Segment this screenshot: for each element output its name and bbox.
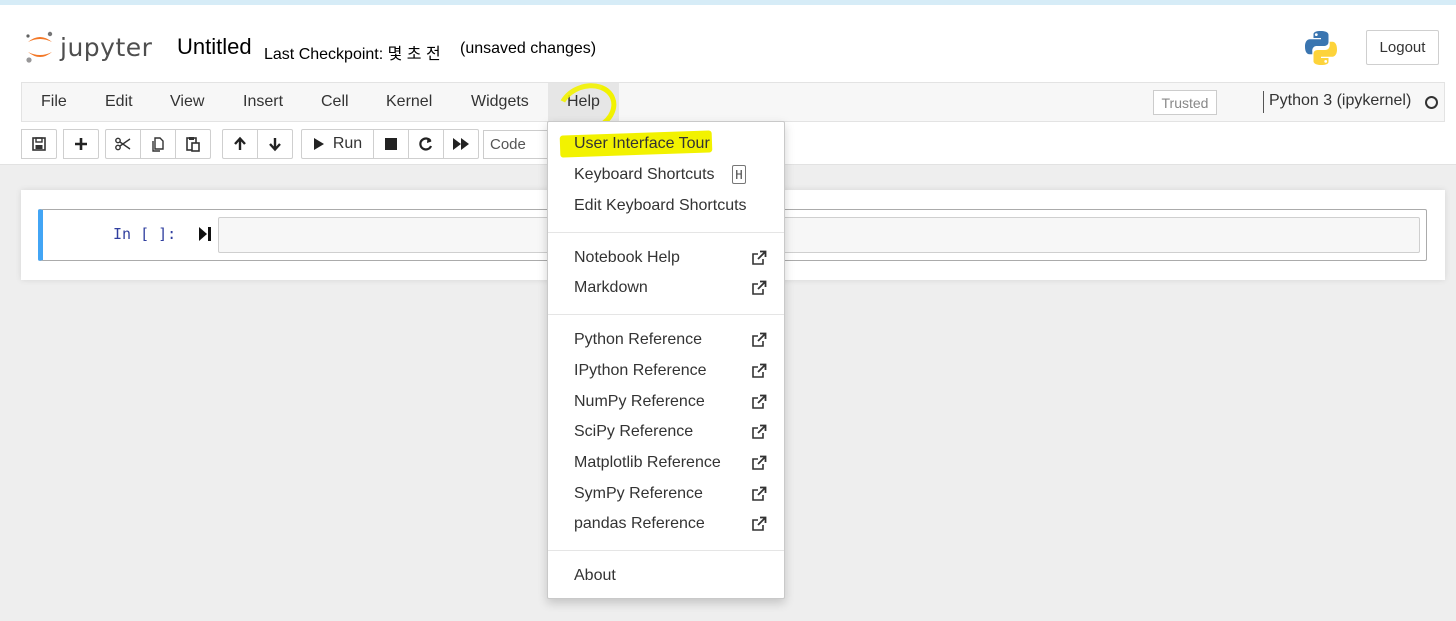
menu-insert[interactable]: Insert <box>224 83 302 121</box>
arrow-down-icon <box>269 138 281 152</box>
external-link-icon <box>752 486 767 501</box>
menu-item-label: SciPy Reference <box>574 423 694 440</box>
move-up-button[interactable] <box>222 129 258 159</box>
restart-button[interactable] <box>408 129 444 159</box>
cut-icon <box>115 137 131 151</box>
menu-item-edit-keyboard-shortcuts[interactable]: Edit Keyboard Shortcuts <box>548 192 784 220</box>
menu-widgets[interactable]: Widgets <box>452 83 548 121</box>
external-link-icon <box>752 250 767 265</box>
menu-item-ipython-reference[interactable]: IPython Reference <box>548 357 784 385</box>
menu-item-label: NumPy Reference <box>574 393 705 410</box>
restart-run-all-button[interactable] <box>443 129 479 159</box>
user-interface-tour-label: User Interface Tour <box>574 135 710 152</box>
menu-item-markdown[interactable]: Markdown <box>548 274 784 302</box>
arrow-up-icon <box>234 136 246 150</box>
menubar: File Edit View Insert Cell Kernel Widget… <box>21 82 1445 122</box>
kernel-idle-icon <box>1425 96 1438 109</box>
menu-item-numpy-reference[interactable]: NumPy Reference <box>548 388 784 416</box>
menu-edit[interactable]: Edit <box>86 83 152 121</box>
external-link-icon <box>752 280 767 295</box>
cell-type-select[interactable]: Code <box>483 130 553 159</box>
run-button[interactable]: Run <box>301 129 374 159</box>
stop-icon <box>385 138 397 150</box>
kernel-separator <box>1263 91 1264 113</box>
menu-item-keyboard-shortcuts[interactable]: Keyboard Shortcuts H <box>548 161 784 189</box>
jupyter-logo[interactable]: jupyter <box>24 30 152 64</box>
menu-item-label: Keyboard Shortcuts <box>574 166 715 183</box>
menu-item-about[interactable]: About <box>548 562 784 590</box>
trusted-indicator[interactable]: Trusted <box>1153 90 1217 115</box>
kernel-name[interactable]: Python 3 (ipykernel) <box>1269 92 1411 110</box>
shortcut-key-badge: H <box>732 165 746 184</box>
menu-item-label: Notebook Help <box>574 249 680 266</box>
menu-item-pandas-reference[interactable]: pandas Reference <box>548 510 784 538</box>
external-link-icon <box>752 516 767 531</box>
unsaved-changes-status: (unsaved changes) <box>460 40 597 57</box>
menu-item-label: Edit Keyboard Shortcuts <box>574 197 747 214</box>
insert-cell-button[interactable] <box>63 129 99 159</box>
logout-button[interactable]: Logout <box>1366 30 1439 65</box>
notebook-title[interactable]: Untitled <box>177 34 252 60</box>
external-link-icon <box>752 332 767 347</box>
run-cell-icon[interactable] <box>198 226 212 247</box>
jupyter-logo-text: jupyter <box>60 32 153 62</box>
external-link-icon <box>752 455 767 470</box>
toolbar-edit-group <box>105 129 211 159</box>
toolbar-save-group <box>21 129 57 159</box>
menu-item-label: SymPy Reference <box>574 485 703 502</box>
menu-item-notebook-help[interactable]: Notebook Help <box>548 244 784 272</box>
menu-item-scipy-reference[interactable]: SciPy Reference <box>548 418 784 446</box>
menu-item-sympy-reference[interactable]: SymPy Reference <box>548 480 784 508</box>
external-link-icon <box>752 424 767 439</box>
menu-item-matplotlib-reference[interactable]: Matplotlib Reference <box>548 449 784 477</box>
last-checkpoint: Last Checkpoint: 몇 초 전 <box>264 46 441 63</box>
run-button-label: Run <box>332 135 363 152</box>
menu-item-label: About <box>574 567 616 584</box>
input-prompt: In [ ]: <box>113 225 177 243</box>
menu-cell[interactable]: Cell <box>302 83 368 121</box>
toolbar-insert-group <box>63 129 99 159</box>
toolbar-run-group: Run <box>301 129 479 159</box>
external-link-icon <box>752 363 767 378</box>
save-button[interactable] <box>21 129 57 159</box>
menu-item-label: Matplotlib Reference <box>574 454 721 471</box>
cut-button[interactable] <box>105 129 141 159</box>
menu-item-python-reference[interactable]: Python Reference <box>548 326 784 354</box>
menu-divider <box>548 314 784 315</box>
menu-item-label: Python Reference <box>574 331 703 348</box>
python-logo-icon <box>1302 29 1340 67</box>
interrupt-button[interactable] <box>373 129 409 159</box>
menu-kernel[interactable]: Kernel <box>367 83 451 121</box>
toolbar-move-group <box>222 129 293 159</box>
menu-item-label: Markdown <box>574 279 648 296</box>
paste-icon <box>186 137 200 152</box>
menu-item-label: IPython Reference <box>574 362 707 379</box>
external-link-icon <box>752 394 767 409</box>
fast-forward-icon <box>453 138 469 150</box>
move-down-button[interactable] <box>257 129 293 159</box>
plus-icon <box>75 138 87 150</box>
copy-button[interactable] <box>140 129 176 159</box>
help-menu-dropdown: Keyboard Shortcuts H Edit Keyboard Short… <box>547 121 785 599</box>
menu-view[interactable]: View <box>151 83 223 121</box>
jupyter-logo-icon <box>24 30 56 64</box>
menu-divider <box>548 550 784 551</box>
code-input[interactable] <box>218 217 1420 253</box>
menu-item-label: pandas Reference <box>574 515 705 532</box>
restart-icon <box>419 137 433 151</box>
copy-icon <box>152 137 164 152</box>
play-icon <box>313 138 324 150</box>
menu-help[interactable]: Help <box>548 83 619 121</box>
menu-file[interactable]: File <box>22 83 86 121</box>
save-icon <box>32 137 46 151</box>
paste-button[interactable] <box>175 129 211 159</box>
menu-divider <box>548 232 784 233</box>
